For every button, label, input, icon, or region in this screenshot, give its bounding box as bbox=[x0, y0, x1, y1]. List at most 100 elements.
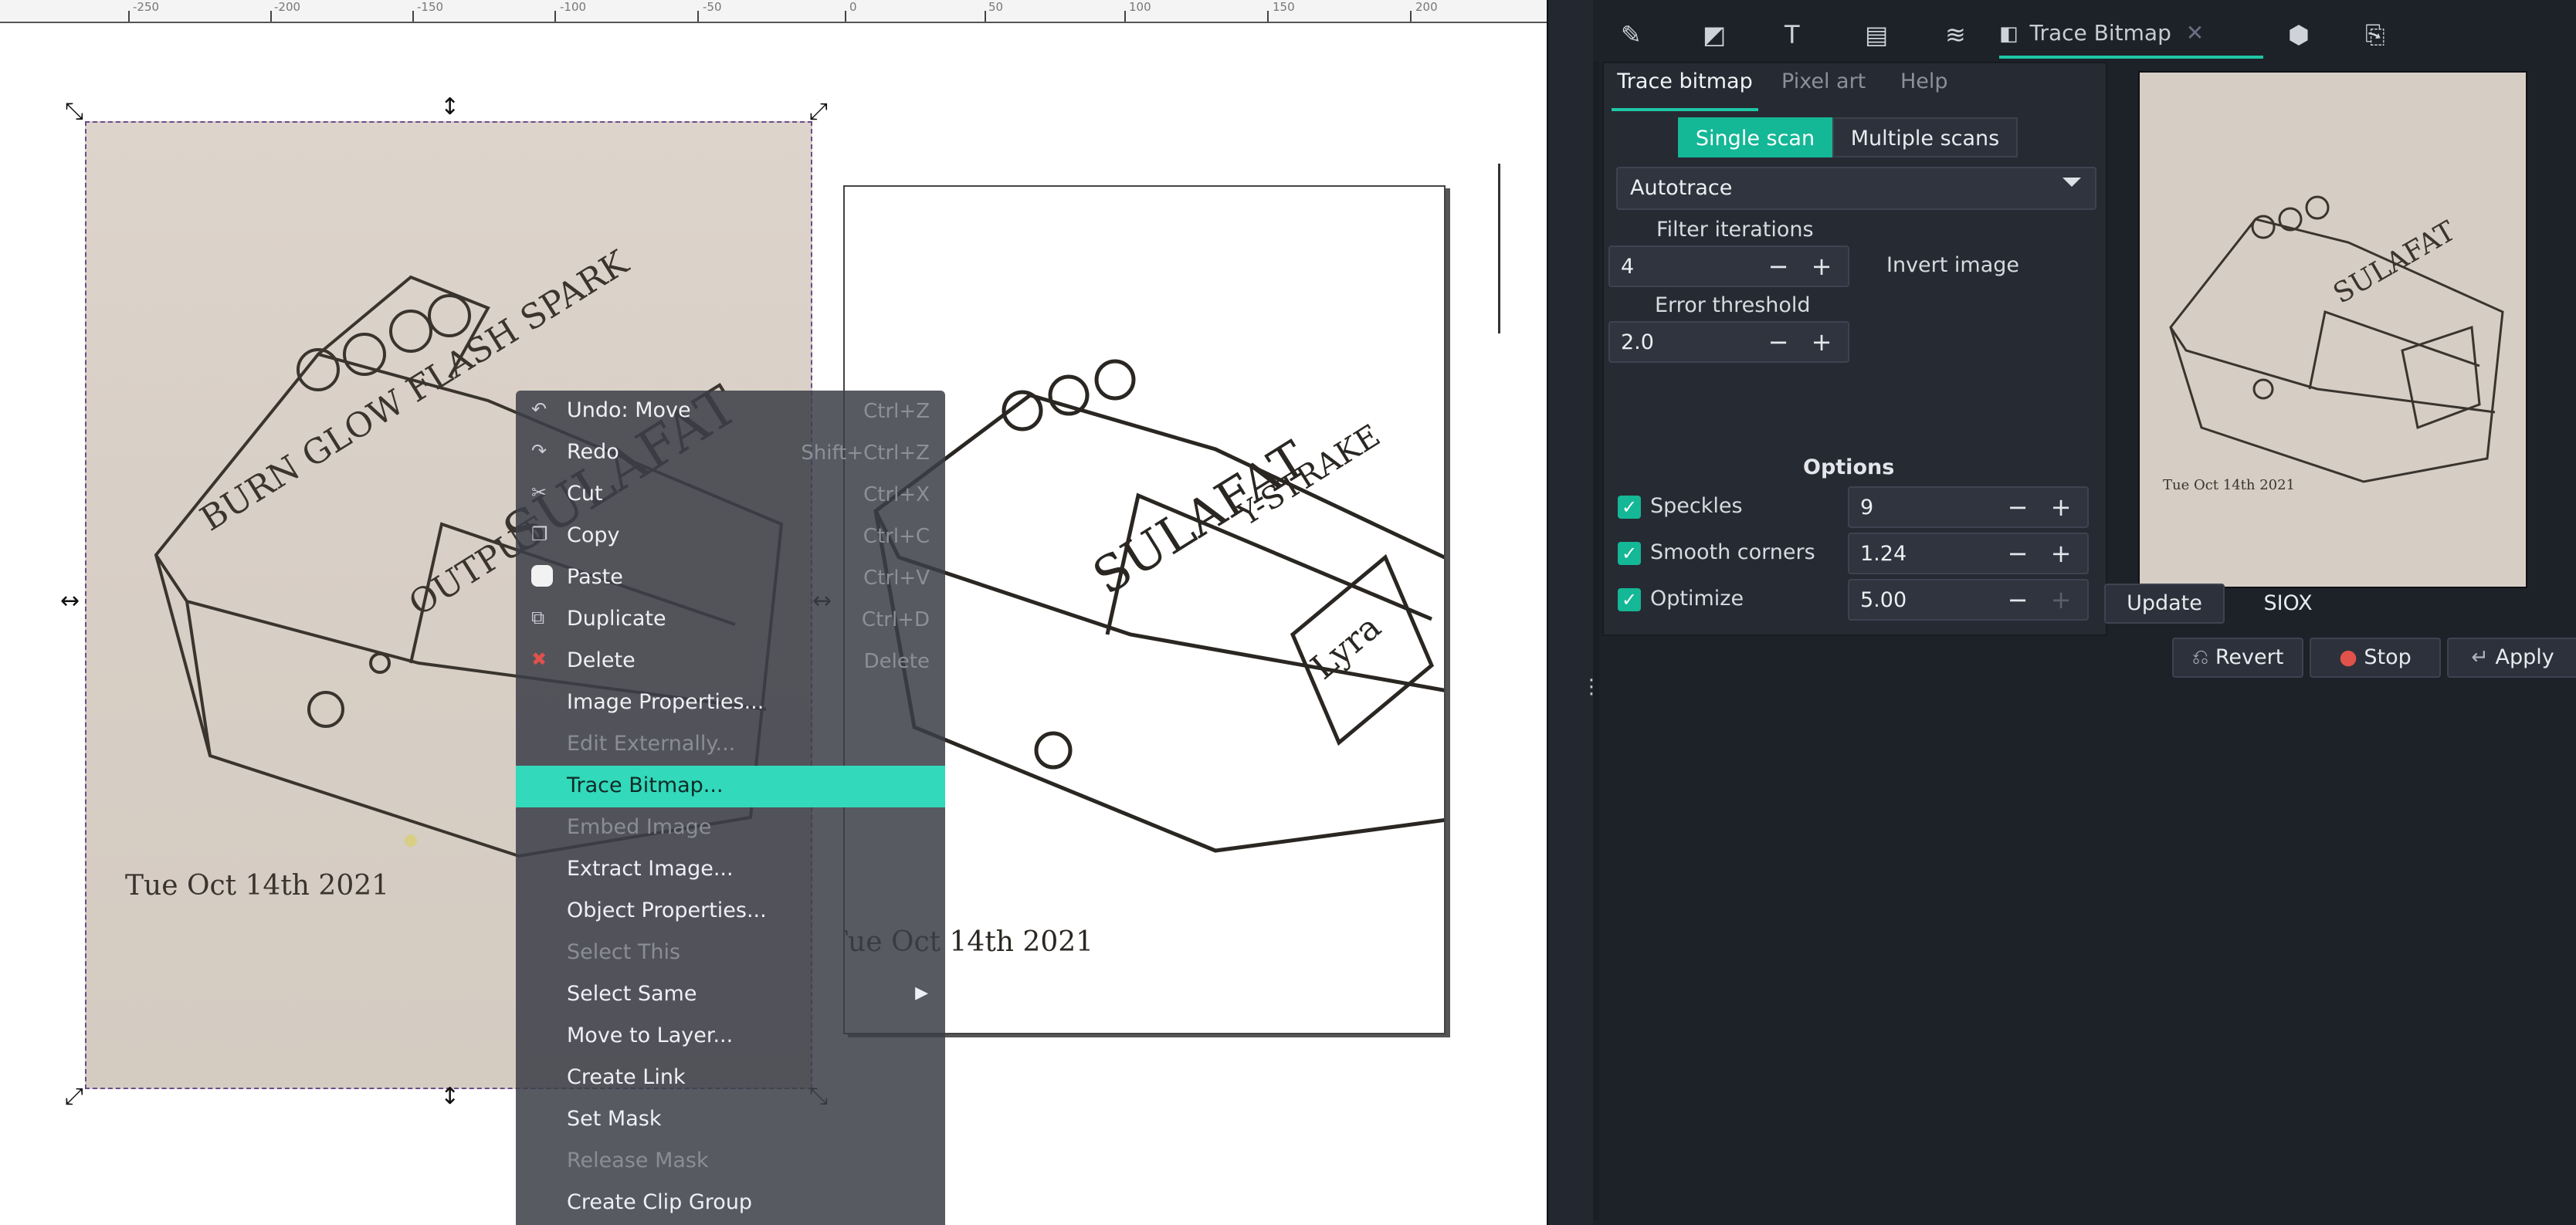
filter-iterations-spinner[interactable]: 4 − + bbox=[1608, 245, 1849, 287]
menu-item-delete[interactable]: ✖ Delete Delete bbox=[516, 641, 945, 682]
plus-icon[interactable]: + bbox=[1808, 252, 1835, 281]
preview-image: SULAFAT Tue Oct 14th 2021 bbox=[2140, 73, 2523, 584]
tab-align[interactable]: ◩ bbox=[1703, 20, 1726, 56]
siox-toggle[interactable]: SIOX bbox=[2234, 584, 2342, 624]
update-button[interactable]: Update bbox=[2104, 584, 2225, 624]
menu-item-create-clip-group[interactable]: Create Clip Group bbox=[516, 1183, 945, 1224]
menu-item-select-same[interactable]: Select Same ▶ bbox=[516, 974, 945, 1016]
speckles-label: Speckles bbox=[1650, 494, 1743, 518]
scale-handle-icon[interactable]: ⤡ bbox=[65, 100, 83, 124]
menu-item-select-this[interactable]: Select This bbox=[516, 932, 945, 974]
dock-panel: ✎ ◩ T ▤ ≋ ◧ Trace Bitmap ✕ ⬢ ⎘ Trace bit… bbox=[1593, 0, 2576, 1225]
revert-button[interactable]: ⎌ Revert bbox=[2172, 638, 2303, 678]
menu-item-duplicate[interactable]: ⧉ Duplicate Ctrl+D bbox=[516, 599, 945, 641]
trace-mode-select[interactable]: Autotrace bbox=[1616, 167, 2096, 210]
scale-handle-icon[interactable]: ⤢ bbox=[65, 1085, 83, 1108]
apply-icon: ↵ bbox=[2471, 645, 2489, 669]
dock-resize-grip-icon[interactable]: ⋮ bbox=[1581, 675, 1602, 699]
subtab-trace-bitmap[interactable]: Trace bitmap bbox=[1612, 69, 1758, 111]
ruler-label: -100 bbox=[560, 0, 587, 14]
optimize-label: Optimize bbox=[1650, 587, 1744, 611]
revert-icon: ⎌ bbox=[2191, 645, 2209, 669]
menu-item-cut[interactable]: ✂ Cut Ctrl+X bbox=[516, 474, 945, 516]
optimize-spinner[interactable]: 5.00 − + bbox=[1848, 579, 2089, 621]
speckles-spinner[interactable]: 9 − + bbox=[1848, 486, 2089, 528]
dock-scrollbar[interactable] bbox=[1593, 62, 1599, 1220]
tab-trace-bitmap-label: Trace Bitmap bbox=[2029, 20, 2171, 46]
menu-item-redo[interactable]: ↷ Redo Shift+Ctrl+Z bbox=[516, 432, 945, 474]
trace-bitmap-icon: ◧ bbox=[1999, 22, 2018, 46]
menu-item-image-properties[interactable]: Image Properties... bbox=[516, 682, 945, 724]
tab-text-font[interactable]: T bbox=[1785, 20, 1800, 56]
duplicate-icon: ⧉ bbox=[531, 607, 545, 628]
minus-icon[interactable]: − bbox=[2004, 585, 2032, 614]
tab-fill-stroke[interactable]: ✎ bbox=[1621, 20, 1642, 56]
layers-icon: ≋ bbox=[1945, 20, 1966, 49]
close-icon[interactable]: ✕ bbox=[2186, 20, 2204, 46]
submenu-arrow-icon: ▶ bbox=[915, 983, 928, 1003]
dock-tab-bar: ✎ ◩ T ▤ ≋ ◧ Trace Bitmap ✕ ⬢ ⎘ bbox=[1593, 14, 2576, 62]
speckles-checkbox[interactable]: ✓ bbox=[1618, 496, 1641, 519]
menu-item-move-to-layer[interactable]: Move to Layer... bbox=[516, 1016, 945, 1057]
invert-image-label[interactable]: Invert image bbox=[1886, 253, 2019, 277]
optimize-checkbox[interactable]: ✓ bbox=[1618, 588, 1641, 611]
tab-swatches[interactable]: ⬢ bbox=[2288, 20, 2310, 56]
menu-item-extract-image[interactable]: Extract Image... bbox=[516, 849, 945, 891]
undo-icon: ↶ bbox=[531, 398, 547, 420]
trace-preview: SULAFAT Tue Oct 14th 2021 bbox=[2138, 71, 2527, 588]
menu-item-set-mask[interactable]: Set Mask bbox=[516, 1099, 945, 1141]
ruler-label: -50 bbox=[703, 0, 722, 14]
scale-handle-icon[interactable]: ⤢ bbox=[809, 100, 828, 124]
trace-mode-value: Autotrace bbox=[1630, 176, 1733, 200]
ruler-label: 150 bbox=[1273, 0, 1295, 14]
plus-icon[interactable]: + bbox=[2047, 539, 2075, 568]
page-edge-line bbox=[1498, 164, 1500, 333]
error-threshold-spinner[interactable]: 2.0 − + bbox=[1608, 321, 1849, 363]
minus-icon[interactable]: − bbox=[1764, 252, 1792, 281]
sketch-text: Lyra bbox=[1303, 607, 1388, 688]
tab-document-properties[interactable]: ▤ bbox=[1865, 20, 1888, 56]
menu-item-embed-image[interactable]: Embed Image bbox=[516, 807, 945, 849]
smooth-corners-spinner[interactable]: 1.24 − + bbox=[1848, 533, 2089, 574]
photo-date-caption: Tue Oct 14th 2021 bbox=[125, 870, 389, 902]
tab-export[interactable]: ⎘ bbox=[2365, 20, 2385, 56]
scale-handle-icon[interactable]: ↔ bbox=[60, 590, 80, 613]
minus-icon[interactable]: − bbox=[2004, 539, 2032, 568]
scale-handle-icon[interactable]: ↕ bbox=[440, 96, 459, 119]
stop-icon: ● bbox=[2339, 645, 2357, 669]
plus-icon[interactable]: + bbox=[2047, 585, 2075, 614]
trace-bitmap-settings: Trace bitmap Pixel art Help Single scan … bbox=[1602, 62, 2107, 636]
cut-icon: ✂ bbox=[531, 482, 547, 503]
menu-item-edit-externally[interactable]: Edit Externally... bbox=[516, 724, 945, 766]
preview-date-caption: Tue Oct 14th 2021 bbox=[2163, 477, 2295, 493]
minus-icon[interactable]: − bbox=[2004, 492, 2032, 522]
menu-item-undo[interactable]: ↶ Undo: Move Ctrl+Z bbox=[516, 391, 945, 432]
fill-stroke-icon: ✎ bbox=[1621, 20, 1642, 49]
menu-item-release-mask[interactable]: Release Mask bbox=[516, 1141, 945, 1183]
dock-divider[interactable] bbox=[1547, 0, 1595, 1225]
menu-item-create-link[interactable]: Create Link bbox=[516, 1057, 945, 1099]
menu-item-paste[interactable]: Paste Ctrl+V bbox=[516, 557, 945, 599]
ruler-label: -150 bbox=[417, 0, 444, 14]
menu-item-object-properties[interactable]: Object Properties... bbox=[516, 891, 945, 932]
subtab-pixel-art[interactable]: Pixel art bbox=[1781, 69, 1866, 108]
scale-handle-icon[interactable]: ↕ bbox=[440, 1085, 459, 1108]
single-scan-toggle[interactable]: Single scan bbox=[1678, 117, 1832, 157]
export-icon: ⎘ bbox=[2365, 20, 2385, 49]
multiple-scans-toggle[interactable]: Multiple scans bbox=[1832, 117, 2018, 157]
smooth-corners-checkbox[interactable]: ✓ bbox=[1618, 542, 1641, 565]
smooth-corners-label: Smooth corners bbox=[1650, 540, 1815, 564]
plus-icon[interactable]: + bbox=[2047, 492, 2075, 522]
copy-icon: ❐ bbox=[531, 523, 548, 545]
menu-item-copy[interactable]: ❐ Copy Ctrl+C bbox=[516, 516, 945, 557]
tab-trace-bitmap[interactable]: ◧ Trace Bitmap ✕ bbox=[1999, 20, 2263, 59]
redo-icon: ↷ bbox=[531, 440, 547, 462]
tab-layers[interactable]: ≋ bbox=[1945, 20, 1966, 56]
apply-button[interactable]: ↵ Apply bbox=[2447, 638, 2576, 678]
subtab-help[interactable]: Help bbox=[1900, 69, 1948, 108]
plus-icon[interactable]: + bbox=[1808, 327, 1835, 357]
error-threshold-label: Error threshold bbox=[1655, 293, 1811, 317]
menu-item-trace-bitmap[interactable]: Trace Bitmap... bbox=[516, 766, 945, 807]
stop-button[interactable]: ● Stop bbox=[2310, 638, 2441, 678]
minus-icon[interactable]: − bbox=[1764, 327, 1792, 357]
